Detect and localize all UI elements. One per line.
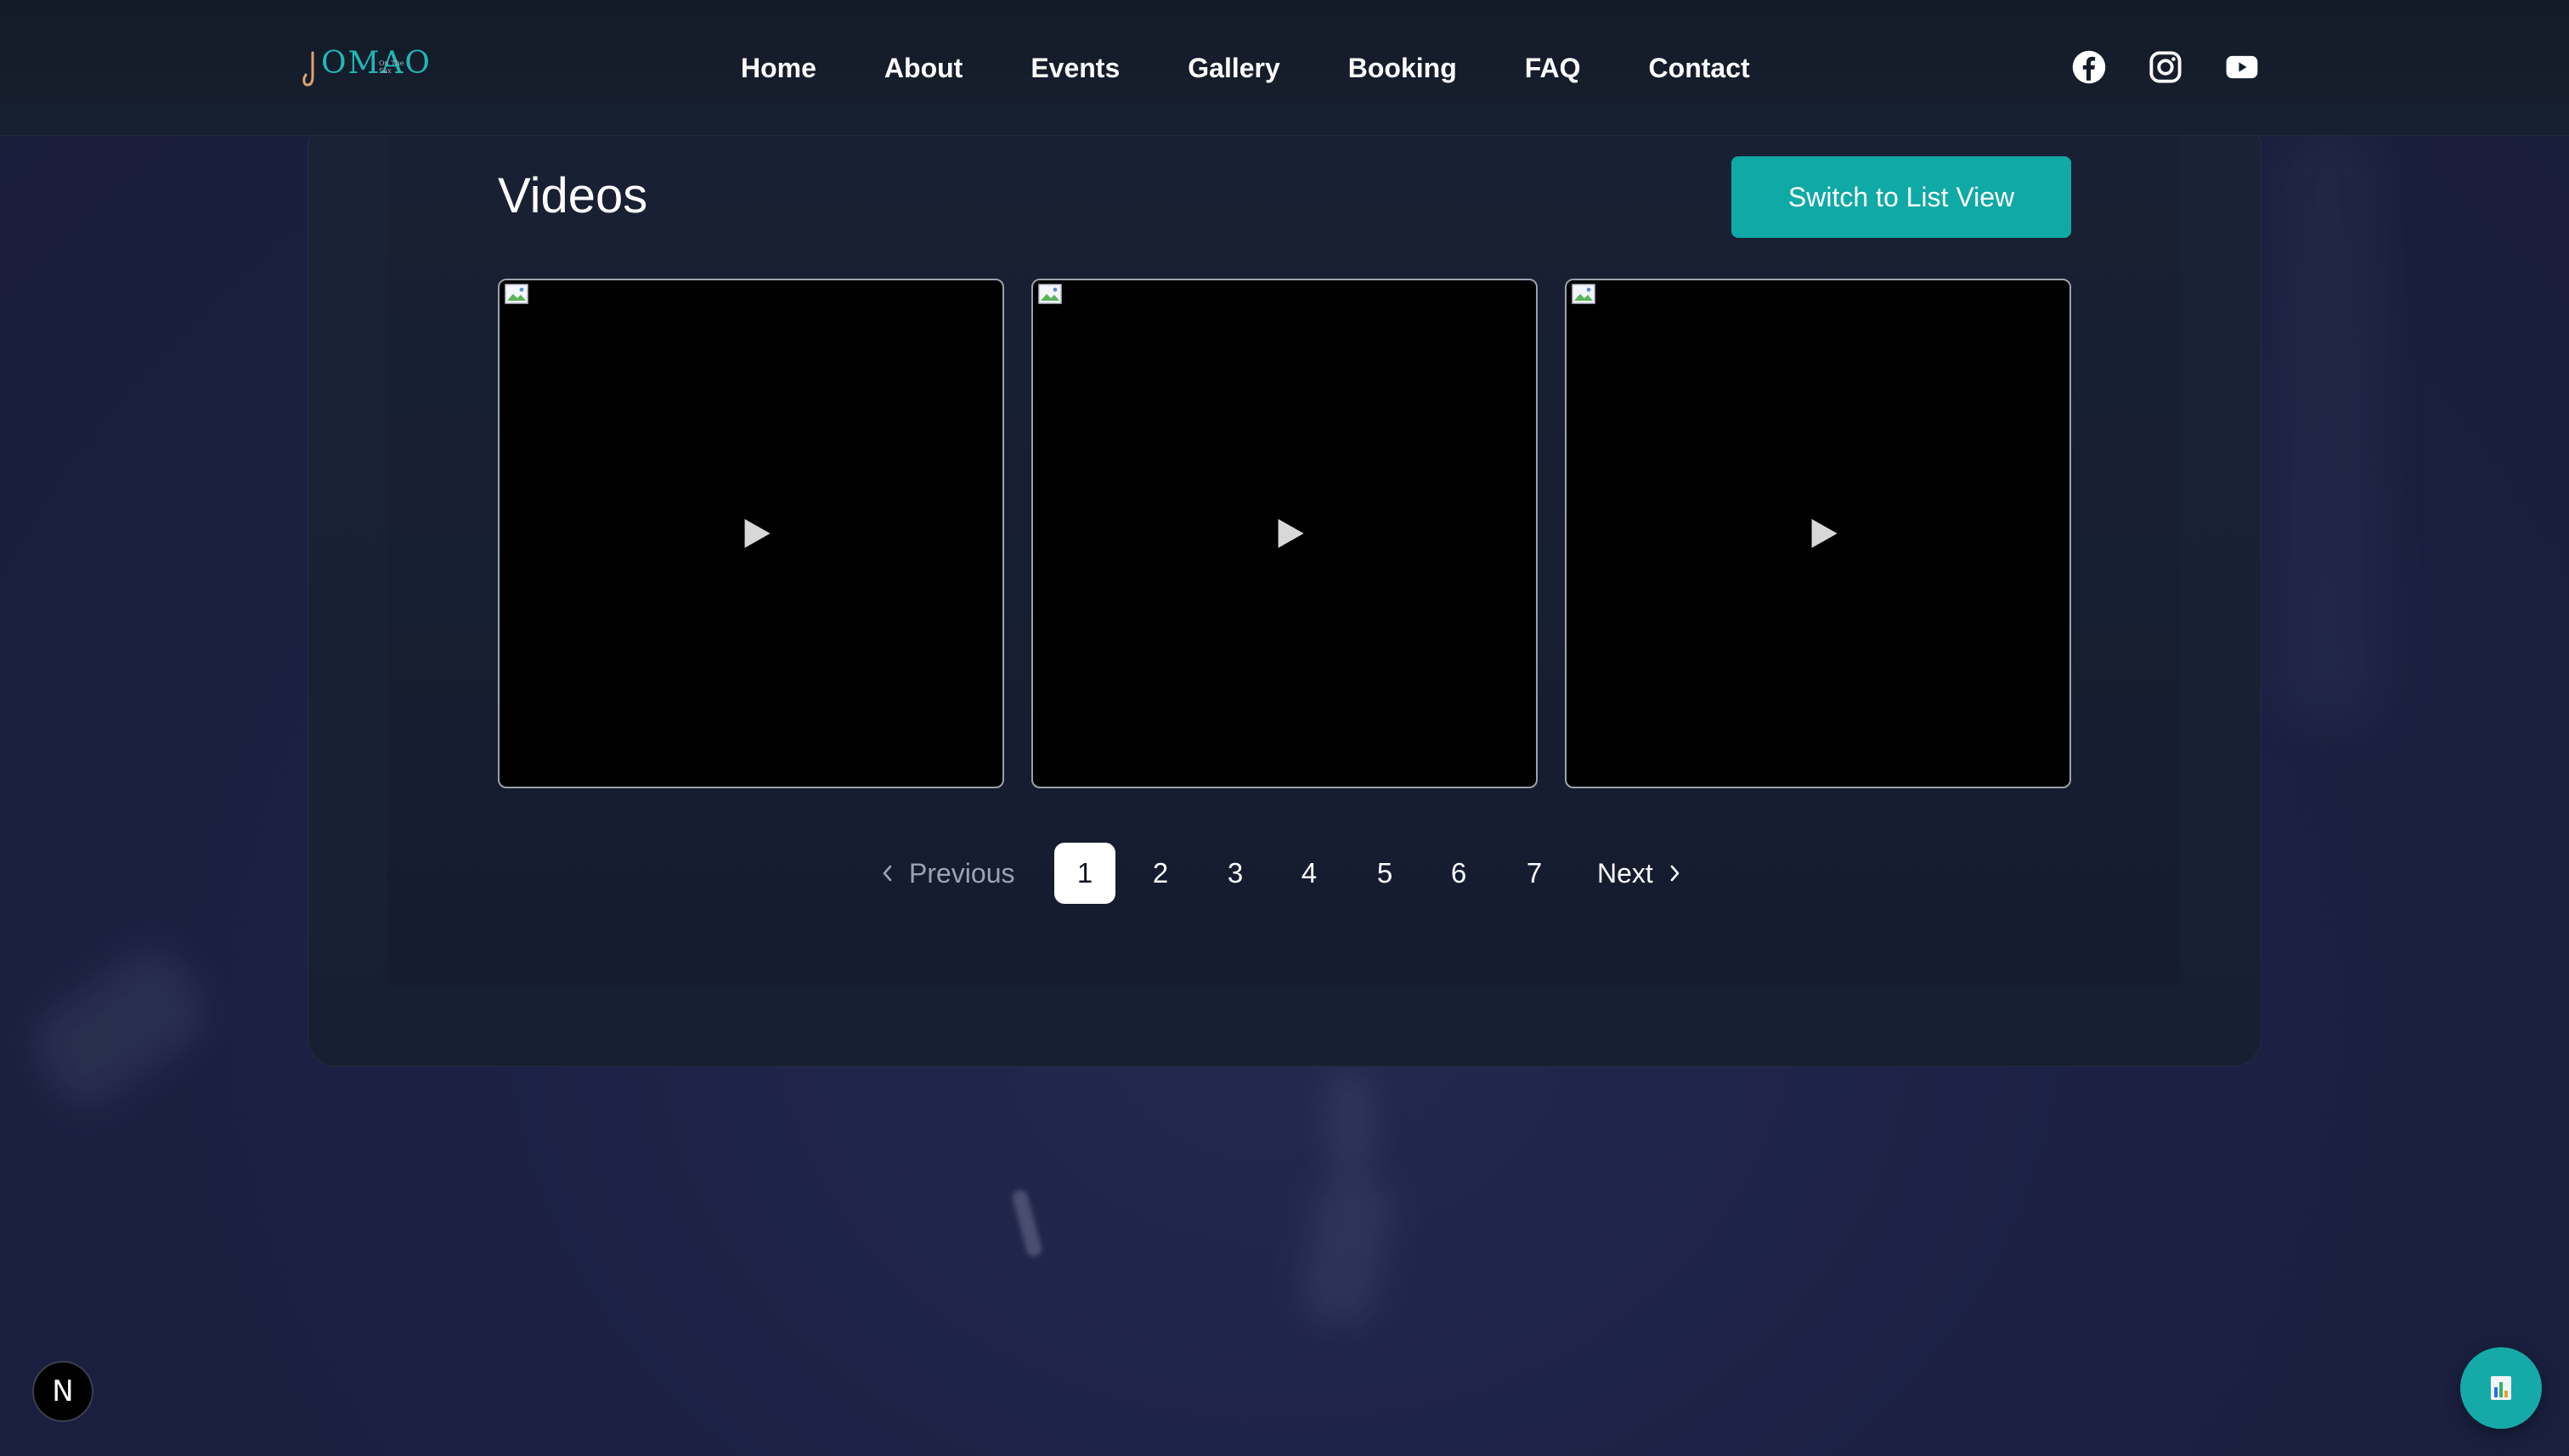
page-button-4[interactable]: 4: [1279, 843, 1340, 904]
section-title: Videos: [498, 168, 648, 223]
background-decoration: [1010, 1188, 1044, 1258]
background-decoration: [2277, 127, 2379, 722]
broken-image-icon: [505, 284, 528, 304]
page-button-7[interactable]: 7: [1504, 843, 1565, 904]
nav-booking[interactable]: Booking: [1348, 51, 1457, 85]
pagination-next-label: Next: [1597, 857, 1653, 889]
page-button-6[interactable]: 6: [1428, 843, 1489, 904]
pagination-next[interactable]: Next: [1597, 843, 1682, 904]
site-header: OMAO On The Sax Home About Events Galler…: [0, 0, 2569, 136]
nav-events[interactable]: Events: [1030, 51, 1120, 85]
broken-image-icon: [1038, 284, 1062, 304]
page-button-3[interactable]: 3: [1205, 843, 1266, 904]
dev-tools-badge[interactable]: N: [32, 1361, 93, 1422]
pagination-previous[interactable]: Previous: [880, 843, 1015, 904]
page-button-1[interactable]: 1: [1054, 843, 1115, 904]
chevron-left-icon: [883, 865, 892, 882]
nav-home[interactable]: Home: [741, 51, 816, 85]
pagination: Previous 1 2 3 4 5 6 7 Next: [0, 843, 2569, 904]
social-links: [2071, 49, 2260, 85]
background-decoration: [1296, 1166, 1397, 1331]
play-icon[interactable]: [742, 516, 774, 550]
main-nav: Home About Events Gallery Booking FAQ Co…: [741, 51, 1750, 85]
facebook-icon[interactable]: [2071, 49, 2107, 85]
nav-contact[interactable]: Contact: [1649, 51, 1750, 85]
nav-about[interactable]: About: [884, 51, 963, 85]
video-card[interactable]: [1565, 279, 2071, 788]
saxophone-icon: [302, 51, 314, 87]
nav-gallery[interactable]: Gallery: [1188, 51, 1280, 85]
background-decoration: [20, 937, 218, 1119]
youtube-icon[interactable]: [2224, 49, 2260, 85]
pagination-previous-label: Previous: [909, 857, 1015, 889]
chevron-right-icon: [1670, 865, 1680, 882]
switch-view-button[interactable]: Switch to List View: [1731, 156, 2071, 238]
page-button-2[interactable]: 2: [1130, 843, 1191, 904]
floating-action-button[interactable]: [2460, 1347, 2542, 1429]
site-logo[interactable]: OMAO On The Sax: [302, 42, 430, 90]
page-button-5[interactable]: 5: [1354, 843, 1415, 904]
video-card[interactable]: [1031, 279, 1538, 788]
video-card[interactable]: [498, 279, 1004, 788]
logo-tagline: On The Sax: [379, 59, 404, 75]
nav-faq[interactable]: FAQ: [1525, 51, 1581, 85]
broken-image-icon: [1572, 284, 1595, 304]
play-icon[interactable]: [1809, 516, 1841, 550]
instagram-icon[interactable]: [2148, 49, 2183, 85]
background-decoration: [1325, 1070, 1376, 1172]
chart-icon: [2491, 1376, 2511, 1400]
play-icon[interactable]: [1275, 516, 1307, 550]
